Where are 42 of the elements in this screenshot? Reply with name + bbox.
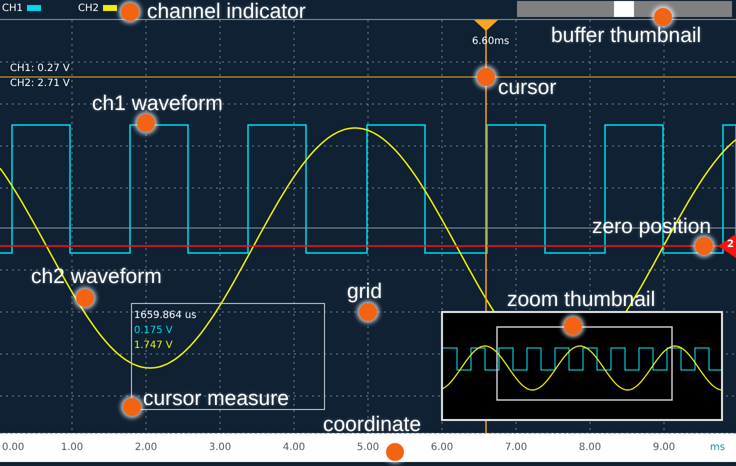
axis-unit: ms — [710, 443, 725, 453]
zero-marker-label: 2 — [727, 240, 734, 250]
channel-label: CH2 — [78, 4, 99, 14]
annotation-label: channel indicator — [147, 1, 306, 22]
measure-value: 0.175 V — [134, 324, 174, 338]
axis-tick-label: 1.00 — [60, 443, 84, 453]
zero-marker[interactable] — [718, 234, 736, 258]
channel-swatch[interactable] — [27, 5, 41, 11]
buffer-thumbnail[interactable] — [517, 1, 732, 17]
annotation-label: grid — [347, 281, 382, 302]
channel-swatch[interactable] — [103, 5, 117, 11]
annotation-label: cursor — [498, 77, 556, 98]
axis-tick-label: 4.00 — [282, 443, 306, 453]
annotation-label: buffer thumbnail — [551, 25, 702, 46]
annotation-label: ch2 waveform — [31, 266, 162, 287]
zoom-window[interactable] — [496, 326, 673, 401]
zoom-thumbnail[interactable] — [441, 311, 723, 421]
annotation-dot — [477, 68, 495, 86]
annotation-dot — [123, 398, 141, 416]
annotation-dot — [76, 289, 94, 307]
annotation-dot — [654, 8, 672, 26]
measure-value: 1.747 V — [134, 339, 174, 353]
cursor-reading: CH1: 0.27 V — [10, 64, 70, 74]
annotation-label: cursor measure — [143, 388, 289, 409]
annotation-label: coordinate — [323, 414, 422, 435]
annotation-dot — [137, 114, 155, 132]
annotation-dot — [695, 237, 713, 255]
annotation-dot — [121, 3, 139, 21]
axis-tick-label: 6.00 — [430, 443, 454, 453]
annotation-dot — [359, 303, 377, 321]
axis-tick-label: 3.00 — [208, 443, 232, 453]
axis-tick-label: 0.00 — [2, 443, 24, 453]
cursor-reading: CH2: 2.71 V — [10, 79, 70, 89]
axis-tick-label: 2.00 — [134, 443, 158, 453]
measure-value: 1659.864 us — [134, 309, 198, 323]
channel-label: CH1 — [2, 4, 23, 14]
axis-tick-label: 7.00 — [504, 443, 528, 453]
axis-tick-label: 9.00 — [652, 443, 676, 453]
annotation-label: ch1 waveform — [92, 93, 223, 114]
cursor-handle[interactable] — [474, 20, 498, 31]
axis-tick-label: 8.00 — [578, 443, 602, 453]
axis-tick-label: 5.00 — [356, 443, 380, 453]
